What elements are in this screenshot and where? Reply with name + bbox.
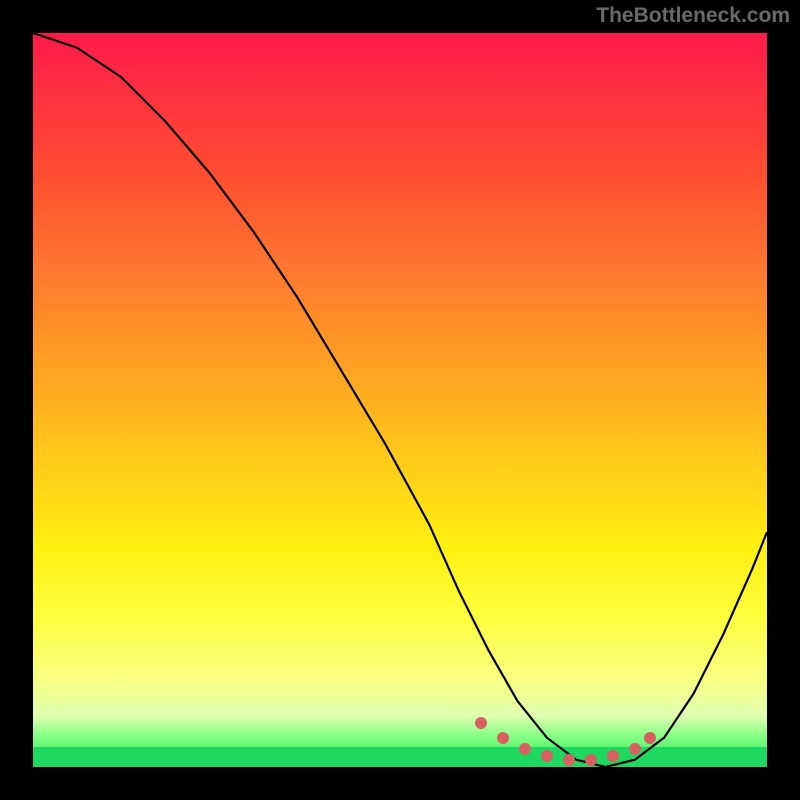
highlight-dot [585, 754, 597, 766]
chart-curve [33, 33, 767, 767]
highlight-dot [497, 732, 509, 744]
highlight-dot [519, 743, 531, 755]
highlight-dot [629, 743, 641, 755]
highlight-dot [475, 717, 487, 729]
watermark-text: TheBottleneck.com [596, 4, 790, 28]
highlight-dot [607, 750, 619, 762]
plot-area [33, 33, 767, 767]
highlight-dot [541, 750, 553, 762]
highlight-dot [563, 754, 575, 766]
highlight-dot [644, 732, 656, 744]
